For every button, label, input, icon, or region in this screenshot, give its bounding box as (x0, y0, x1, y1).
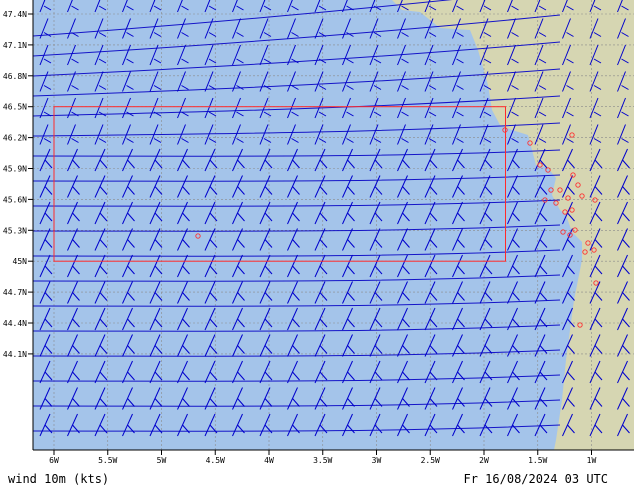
lon-tick-label: 6W (49, 456, 59, 465)
lat-tick-label: 47.1N (3, 41, 27, 50)
lat-tick-label: 46.2N (3, 134, 27, 143)
valid-time-label: Fr 16/08/2024 03 UTC (463, 472, 609, 486)
lon-tick-label: 5W (157, 456, 167, 465)
lon-tick-label: 3W (372, 456, 382, 465)
lat-tick-label: 44.4N (3, 319, 27, 328)
lon-tick-label: 2W (479, 456, 489, 465)
lat-tick-label: 46.5N (3, 103, 27, 112)
lat-tick-label: 47.4N (3, 10, 27, 19)
latitude-axis: 47.4N 47.1N 46.8N 46.5N 46.2N 45.9N 45.6N 45.3N… (3, 10, 33, 359)
lat-tick-label: 45N (13, 257, 28, 266)
lon-tick-label: 3.5W (313, 456, 332, 465)
lat-tick-label: 44.1N (3, 350, 27, 359)
variable-label: wind 10m (kts) (8, 472, 110, 486)
lon-tick-label: 5.5W (98, 456, 117, 465)
wind-map: 47.4N 47.1N 46.8N 46.5N 46.2N 45.9N 45.6N 45.3N… (3, 0, 634, 465)
lat-tick-label: 45.6N (3, 195, 27, 204)
lat-tick-label: 44.7N (3, 288, 27, 297)
lon-tick-label: 2.5W (421, 456, 440, 465)
lon-tick-label: 1W (587, 456, 597, 465)
lon-tick-label: 1.5W (528, 456, 547, 465)
lon-tick-label: 4W (264, 456, 274, 465)
lon-tick-label: 4.5W (206, 456, 225, 465)
lat-tick-label: 45.9N (3, 165, 27, 174)
lat-tick-label: 46.8N (3, 72, 27, 81)
lat-tick-label: 45.3N (3, 226, 27, 235)
